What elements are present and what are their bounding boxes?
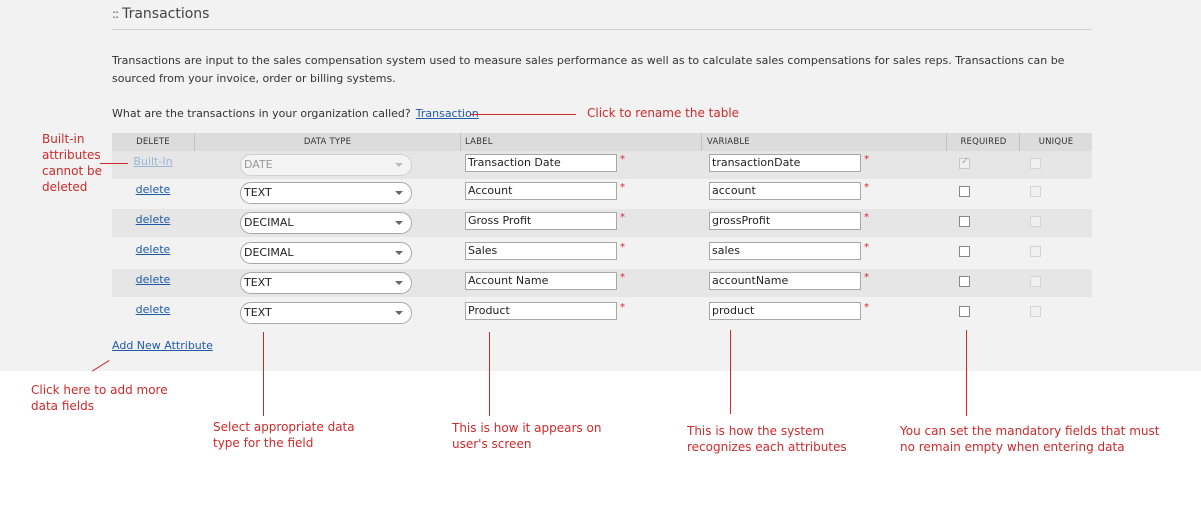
table-row: delete TEXT Account * account *: [112, 179, 1092, 207]
table-row: delete DECIMAL Sales * sales *: [112, 239, 1092, 267]
builtin-callout-line: [100, 163, 128, 164]
required-marker: *: [864, 302, 869, 313]
required-marker: *: [620, 242, 625, 253]
required-marker: *: [864, 212, 869, 223]
delete-link[interactable]: delete: [112, 213, 194, 226]
label-field[interactable]: Sales: [465, 242, 617, 260]
section-title: :: Transactions: [112, 6, 209, 22]
required-marker: *: [864, 272, 869, 283]
section-title-text: Transactions: [122, 6, 210, 22]
data-type-select: DATE: [240, 154, 412, 176]
label-field[interactable]: Gross Profit: [465, 212, 617, 230]
table-row: delete TEXT Account Name * accountName *: [112, 269, 1092, 297]
variable-field[interactable]: grossProfit: [709, 212, 861, 230]
delete-link[interactable]: delete: [112, 183, 194, 196]
variable-callout-line: [730, 330, 731, 414]
required-marker: *: [864, 154, 869, 165]
title-divider: [112, 29, 1092, 30]
chevron-down-icon: [395, 311, 403, 315]
unique-checkbox: [1030, 186, 1041, 197]
label-field[interactable]: Transaction Date: [465, 154, 617, 172]
add-more-annotation: Click here to add more data fields: [31, 383, 168, 413]
label-callout-line: [489, 332, 490, 416]
label-field[interactable]: Product: [465, 302, 617, 320]
required-marker: *: [620, 272, 625, 283]
checkmark-icon: ✓: [961, 156, 970, 167]
data-type-value: TEXT: [244, 276, 272, 289]
label-field[interactable]: Account Name: [465, 272, 617, 290]
required-marker: *: [620, 302, 625, 313]
data-type-value: DECIMAL: [244, 216, 294, 229]
chevron-down-icon: [395, 281, 403, 285]
required-marker: *: [620, 182, 625, 193]
variable-annotation: This is how the system recognizes each a…: [687, 424, 847, 454]
built-in-label: Built-In: [133, 155, 173, 168]
add-new-attribute-link[interactable]: Add New Attribute: [112, 339, 213, 352]
required-checkbox[interactable]: [959, 216, 970, 227]
delete-link[interactable]: delete: [112, 273, 194, 286]
required-checkbox[interactable]: [959, 306, 970, 317]
unique-checkbox: [1030, 216, 1041, 227]
table-row: delete TEXT Product * product *: [112, 299, 1092, 327]
variable-field[interactable]: transactionDate: [709, 154, 861, 172]
data-type-value: TEXT: [244, 306, 272, 319]
required-checkbox: ✓: [959, 156, 970, 169]
variable-field[interactable]: sales: [709, 242, 861, 260]
unique-checkbox: [1030, 306, 1041, 317]
required-checkbox[interactable]: [959, 246, 970, 257]
table-row: Built-In DATE Transaction Date * transac…: [112, 151, 1092, 179]
rename-callout-line: [470, 114, 576, 115]
chevron-down-icon: [395, 163, 403, 167]
delete-link[interactable]: delete: [112, 303, 194, 316]
required-checkbox[interactable]: [959, 186, 970, 197]
header-delete: DELETE: [112, 133, 195, 151]
header-unique: UNIQUE: [1038, 137, 1074, 147]
unique-checkbox: [1030, 158, 1041, 169]
rename-annotation: Click to rename the table: [587, 106, 740, 120]
data-type-select[interactable]: TEXT: [240, 302, 412, 324]
variable-field[interactable]: account: [709, 182, 861, 200]
variable-field[interactable]: product: [709, 302, 861, 320]
data-type-value: DATE: [244, 158, 273, 171]
table-header: DELETE DATA TYPE LABEL VARIABLE REQUIRED…: [112, 133, 1092, 151]
required-marker: *: [864, 242, 869, 253]
required-marker: *: [620, 212, 625, 223]
table-name-prompt: What are the transactions in your organi…: [112, 107, 479, 120]
chevron-down-icon: [395, 251, 403, 255]
unique-checkbox: [1030, 276, 1041, 287]
unique-checkbox: [1030, 246, 1041, 257]
header-label: LABEL: [461, 133, 702, 151]
drag-grip-icon: ::: [112, 7, 119, 21]
label-annotation: This is how it appears on user's screen: [452, 421, 602, 451]
header-variable: VARIABLE: [703, 133, 947, 151]
variable-field[interactable]: accountName: [709, 272, 861, 290]
data-type-annotation: Select appropriate data type for the fie…: [213, 420, 355, 450]
mandatory-callout-line: [966, 330, 967, 416]
chevron-down-icon: [395, 191, 403, 195]
header-data-type: DATA TYPE: [195, 133, 461, 151]
table-row: delete DECIMAL Gross Profit * grossProfi…: [112, 209, 1092, 237]
required-marker: *: [864, 182, 869, 193]
data-type-select[interactable]: DECIMAL: [240, 242, 412, 264]
data-type-select[interactable]: TEXT: [240, 272, 412, 294]
required-checkbox[interactable]: [959, 276, 970, 287]
data-type-select[interactable]: TEXT: [240, 182, 412, 204]
table-name-question: What are the transactions in your organi…: [112, 107, 411, 120]
section-description: Transactions are input to the sales comp…: [112, 54, 1065, 85]
data-type-value: TEXT: [244, 186, 272, 199]
mandatory-annotation: You can set the mandatory fields that mu…: [900, 424, 1160, 454]
header-required: REQUIRED: [948, 133, 1020, 151]
delete-link[interactable]: delete: [112, 243, 194, 256]
chevron-down-icon: [395, 221, 403, 225]
data-type-callout-line: [263, 332, 264, 416]
data-type-value: DECIMAL: [244, 246, 294, 259]
label-field[interactable]: Account: [465, 182, 617, 200]
required-marker: *: [620, 154, 625, 165]
data-type-select[interactable]: DECIMAL: [240, 212, 412, 234]
